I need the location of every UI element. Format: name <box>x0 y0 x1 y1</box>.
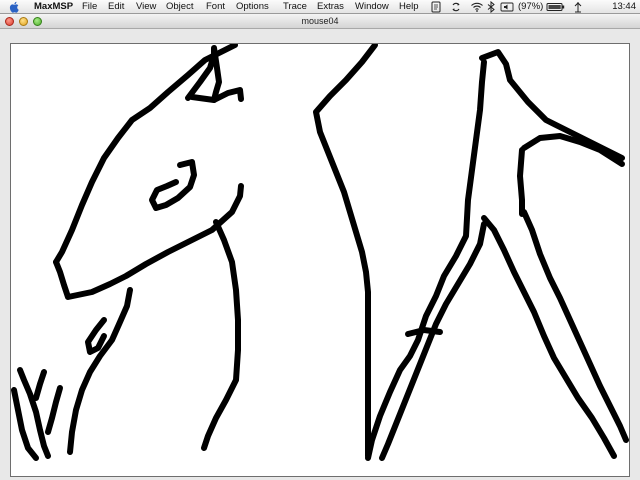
wifi-icon[interactable] <box>470 0 484 14</box>
window-titlebar[interactable]: mouse04 <box>0 14 640 29</box>
drawing-window: mouse04 <box>0 14 640 480</box>
menu-trace[interactable]: Trace <box>283 0 307 14</box>
bluetooth-icon[interactable] <box>486 0 496 14</box>
menu-bar: MaxMSP File Edit View Object Font Option… <box>0 0 640 14</box>
menu-window[interactable]: Window <box>355 0 389 14</box>
freehand-drawing <box>11 44 629 461</box>
menu-app-name[interactable]: MaxMSP <box>34 0 73 14</box>
battery-percentage: (97%) <box>518 1 544 12</box>
window-title: mouse04 <box>301 16 339 26</box>
menu-view[interactable]: View <box>136 0 156 14</box>
menu-edit[interactable]: Edit <box>108 0 124 14</box>
volume-icon[interactable] <box>500 0 514 14</box>
antenna-icon[interactable] <box>572 0 584 14</box>
menu-help[interactable]: Help <box>399 0 419 14</box>
apple-menu-icon[interactable] <box>9 1 21 13</box>
battery-icon[interactable] <box>546 0 566 14</box>
menu-options[interactable]: Options <box>236 0 269 14</box>
sync-icon[interactable] <box>450 0 462 14</box>
menu-object[interactable]: Object <box>166 0 193 14</box>
menu-file[interactable]: File <box>82 0 97 14</box>
menubar-clock[interactable]: 13:44 <box>612 0 636 14</box>
script-menu-icon[interactable] <box>430 0 442 14</box>
drawing-canvas[interactable] <box>10 43 630 477</box>
menu-extras[interactable]: Extras <box>317 0 344 14</box>
menu-font[interactable]: Font <box>206 0 225 14</box>
